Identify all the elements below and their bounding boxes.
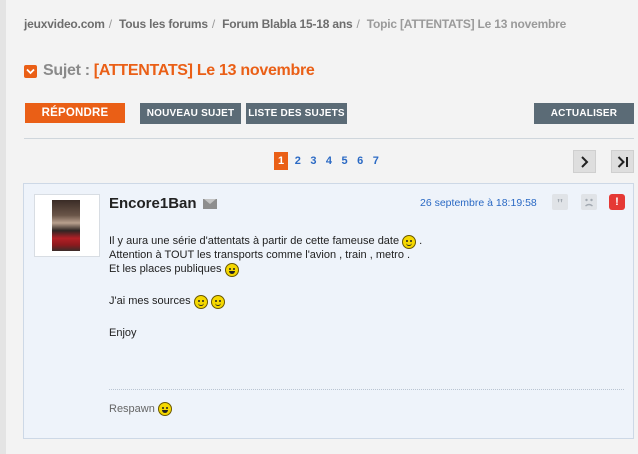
refresh-button[interactable]: ACTUALISER: [534, 103, 634, 124]
svg-text:": ": [556, 197, 564, 210]
reply-button[interactable]: RÉPONDRE: [25, 103, 125, 123]
chevron-down-icon: [24, 64, 37, 78]
page-title: Sujet : [ATTENTATS] Le 13 novembre: [24, 62, 315, 80]
topic-list-button[interactable]: LISTE DES SUJETS: [246, 103, 347, 124]
breadcrumb-separator: /: [356, 17, 360, 31]
laugh-icon: [224, 263, 239, 277]
post-text: Attention à TOUT les transports comme l'…: [109, 249, 411, 262]
topic-label: Sujet :: [43, 62, 90, 79]
next-page-button[interactable]: [573, 150, 596, 173]
post-text: J'ai mes sources: [109, 295, 191, 308]
sad-face-icon[interactable]: [581, 194, 597, 210]
last-page-icon: [617, 155, 628, 168]
breadcrumb-site[interactable]: jeuxvideo.com: [24, 17, 105, 31]
last-page-button[interactable]: [611, 150, 634, 173]
post-text: Il y aura une série d'attentats à partir…: [109, 235, 400, 248]
page-link-6[interactable]: 6: [352, 155, 368, 167]
post-line: Attention à TOUT les transports comme l'…: [109, 249, 422, 263]
alert-icon[interactable]: !: [609, 194, 625, 210]
post-date[interactable]: 26 septembre à 18:19:58: [420, 197, 537, 209]
smile-icon: [402, 235, 417, 249]
post-line: Enjoy: [109, 327, 422, 341]
signature-divider: [109, 389, 624, 390]
post-text: Enjoy: [109, 327, 137, 340]
smile-icon: [193, 295, 208, 309]
page-link-1[interactable]: 1: [274, 152, 288, 170]
post-line: J'ai mes sources: [109, 295, 422, 309]
breadcrumb-separator: /: [108, 17, 112, 31]
quote-icon[interactable]: ": [552, 194, 568, 212]
post-body: Il y aura une série d'attentats à partir…: [109, 235, 422, 341]
post-author[interactable]: Encore1Ban: [109, 195, 217, 212]
avatar[interactable]: [34, 194, 100, 257]
breadcrumb-topic: Topic [ATTENTATS] Le 13 novembre: [366, 17, 567, 31]
toolbar-divider: [24, 138, 634, 139]
avatar-image: [52, 200, 80, 251]
left-edge: [0, 0, 6, 454]
author-name: Encore1Ban: [109, 195, 197, 212]
page-link-3[interactable]: 3: [306, 155, 322, 167]
page-link-2[interactable]: 2: [290, 155, 306, 167]
post-line: Et les places publiques: [109, 263, 422, 277]
breadcrumb-forums[interactable]: Tous les forums: [119, 17, 208, 31]
laugh-icon: [157, 402, 172, 416]
mail-icon[interactable]: [202, 198, 217, 209]
signature-text: Respawn: [109, 403, 155, 415]
forum-post: Encore1Ban 26 septembre à 18:19:58 " ! I…: [23, 183, 634, 439]
breadcrumb-forum[interactable]: Forum Blabla 15-18 ans: [222, 17, 353, 31]
topic-title: [ATTENTATS] Le 13 novembre: [93, 62, 315, 79]
breadcrumb-separator: /: [211, 17, 215, 31]
wink-icon: [210, 295, 225, 309]
post-text-period: .: [416, 235, 423, 248]
chevron-right-icon: [580, 155, 588, 168]
page-link-5[interactable]: 5: [337, 155, 353, 167]
page-link-7[interactable]: 7: [368, 155, 384, 167]
new-topic-button[interactable]: NOUVEAU SUJET: [140, 103, 241, 124]
post-line: Il y aura une série d'attentats à partir…: [109, 235, 422, 249]
post-text: Et les places publiques: [109, 263, 222, 276]
breadcrumb: jeuxvideo.com / Tous les forums / Forum Bl…: [24, 17, 566, 31]
page-link-4[interactable]: 4: [321, 155, 337, 167]
signature: Respawn: [109, 402, 172, 416]
pagination: 1 2 3 4 5 6 7: [274, 152, 384, 170]
